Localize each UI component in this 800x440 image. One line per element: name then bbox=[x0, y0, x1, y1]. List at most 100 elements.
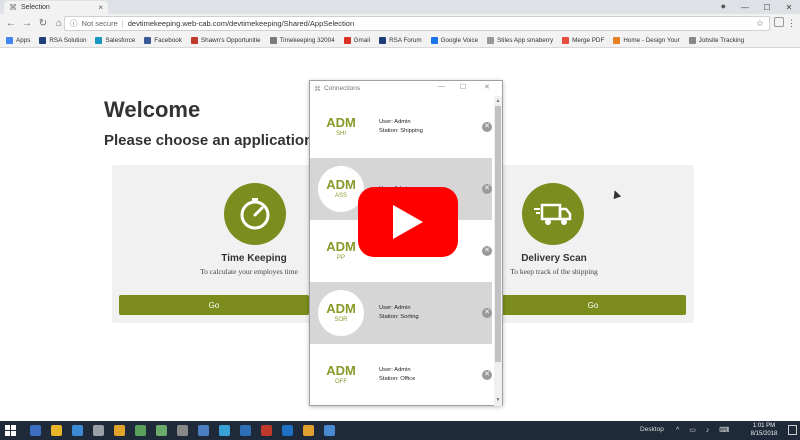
connection-code: ADM bbox=[326, 115, 356, 130]
bookmark-label: Timekeeping 32004 bbox=[279, 36, 335, 44]
remove-connection-icon[interactable]: ✕ bbox=[482, 370, 492, 380]
bookmark-item[interactable]: Facebook bbox=[144, 36, 182, 44]
remove-connection-icon[interactable]: ✕ bbox=[482, 308, 492, 318]
go-button-delivery[interactable]: Go bbox=[500, 295, 686, 315]
bookmark-item[interactable]: Merge PDF bbox=[562, 36, 605, 44]
remove-connection-icon[interactable]: ✕ bbox=[482, 184, 492, 194]
window-close-icon[interactable]: ✕ bbox=[778, 0, 800, 14]
browser-menu-icon[interactable]: ⋮ bbox=[787, 18, 796, 29]
bookmark-item[interactable]: Gmail bbox=[343, 36, 370, 44]
bookmark-item[interactable]: Jobsite Tracking bbox=[688, 36, 744, 44]
connection-info: User: Admin Station: Shipping bbox=[379, 118, 423, 136]
connection-code: ADM bbox=[326, 301, 356, 316]
bookmark-label: RSA Solution bbox=[49, 36, 87, 44]
bookmark-favicon-icon bbox=[487, 36, 495, 44]
connection-subcode: SOR bbox=[334, 317, 348, 323]
bookmark-item[interactable]: Stiles App smaberry bbox=[487, 36, 554, 44]
connection-user: User: Admin bbox=[379, 305, 411, 311]
bookmark-item[interactable]: Timekeeping 32004 bbox=[269, 36, 335, 44]
tab-close-icon[interactable]: × bbox=[98, 3, 103, 12]
minimize-icon[interactable]: — bbox=[734, 0, 756, 14]
connection-info: User: Admin Station: Sorting bbox=[379, 304, 419, 322]
info-icon[interactable]: ⓘ bbox=[70, 18, 78, 29]
desktop-label[interactable]: Desktop bbox=[640, 426, 664, 433]
bookmark-label: Stiles App smaberry bbox=[497, 36, 554, 44]
tab-favicon-icon: ⌘ bbox=[9, 2, 17, 12]
browser-tab[interactable]: ⌘ Selection × bbox=[4, 1, 108, 14]
connection-subcode: PP bbox=[336, 255, 345, 261]
profile-icon[interactable]: ● bbox=[721, 1, 726, 11]
bookmarks-bar: Apps RSA Solution Salesforce Facebook Shawn'… bbox=[0, 33, 800, 48]
forward-icon[interactable]: → bbox=[20, 17, 34, 31]
security-label: Not secure bbox=[81, 19, 118, 28]
notification-icon[interactable] bbox=[788, 425, 797, 435]
chrome-icon[interactable] bbox=[303, 425, 314, 436]
bookmark-item[interactable]: Home - Design Your bbox=[613, 36, 680, 44]
remove-connection-icon[interactable]: ✕ bbox=[482, 122, 492, 132]
taskbar-clock[interactable]: 1:01 PM 8/15/2018 bbox=[745, 422, 783, 438]
system-tray-icons[interactable]: ^ ▭ ♪ ⌨ bbox=[676, 426, 733, 434]
connection-row[interactable]: ADM SOR User: Admin Station: Sorting ✕ bbox=[310, 282, 492, 344]
dialog-scrollbar[interactable]: ▲ ▼ bbox=[494, 96, 502, 406]
app-cyan-icon[interactable] bbox=[219, 425, 230, 436]
bookmark-label: RSA Forum bbox=[389, 36, 422, 44]
app-blue-icon[interactable] bbox=[198, 425, 209, 436]
bookmark-item[interactable]: Apps bbox=[6, 36, 30, 44]
bookmark-item[interactable]: RSA Forum bbox=[379, 36, 422, 44]
bookmark-favicon-icon bbox=[190, 36, 198, 44]
bookmark-favicon-icon bbox=[688, 36, 696, 44]
bookmark-label: Shawn's Opportunitie bbox=[200, 36, 261, 44]
browser-titlebar: ⌘ Selection × ● — ☐ ✕ bbox=[0, 0, 800, 14]
reload-icon[interactable]: ↻ bbox=[36, 17, 50, 31]
file-explorer-icon[interactable] bbox=[51, 425, 62, 436]
back-icon[interactable]: ← bbox=[4, 17, 18, 31]
app-red-icon[interactable] bbox=[261, 425, 272, 436]
dialog-maximize-icon[interactable]: ☐ bbox=[460, 83, 466, 91]
bookmark-item[interactable]: Shawn's Opportunitie bbox=[190, 36, 261, 44]
connection-station: Station: Office bbox=[379, 376, 416, 382]
bookmark-item[interactable]: Google Voice bbox=[430, 36, 478, 44]
clock-time: 1:01 PM bbox=[752, 423, 776, 429]
timekeeping-app-icon[interactable] bbox=[177, 425, 188, 436]
address-bar[interactable]: ⓘ Not secure | devtimekeeping.web-cab.co… bbox=[64, 16, 770, 31]
bookmark-label: Home - Design Your bbox=[623, 36, 680, 44]
bookmark-favicon-icon bbox=[6, 36, 13, 44]
bookmark-star-icon[interactable]: ☆ bbox=[756, 18, 764, 29]
delivery-truck-icon bbox=[522, 183, 584, 245]
go-button-timekeeping[interactable]: Go bbox=[119, 295, 309, 315]
connection-station: Station: Sorting bbox=[379, 314, 419, 320]
bookmark-favicon-icon bbox=[144, 36, 152, 44]
connection-avatar: ADM OFF bbox=[318, 352, 364, 398]
connection-row[interactable]: ADM OFF User: Admin Station: Office ✕ bbox=[310, 344, 492, 406]
stopwatch-icon bbox=[224, 183, 286, 245]
app-circle-icon[interactable] bbox=[156, 425, 167, 436]
windows-start-icon[interactable] bbox=[5, 424, 19, 437]
bookmark-favicon-icon bbox=[613, 36, 621, 44]
bookmark-item[interactable]: Salesforce bbox=[95, 36, 135, 44]
bookmark-favicon-icon bbox=[379, 36, 387, 44]
scroll-up-icon[interactable]: ▲ bbox=[494, 97, 502, 105]
video-play-button[interactable] bbox=[358, 187, 458, 257]
dialog-close-icon[interactable]: ✕ bbox=[484, 83, 490, 91]
connection-row[interactable]: ADM SHI User: Admin Station: Shipping ✕ bbox=[310, 96, 492, 158]
clock-date: 8/15/2018 bbox=[750, 431, 778, 437]
app-shield-icon[interactable] bbox=[324, 425, 335, 436]
scroll-down-icon[interactable]: ▼ bbox=[494, 396, 502, 404]
bookmark-label: Merge PDF bbox=[572, 36, 605, 44]
extension-icon[interactable] bbox=[774, 17, 784, 27]
dialog-minimize-icon[interactable]: — bbox=[438, 83, 445, 90]
screen: ⌘ Selection × ● — ☐ ✕ ← → ↻ ⌂ ⓘ Not secu… bbox=[0, 0, 800, 440]
connection-code: ADM bbox=[326, 239, 356, 254]
outlook-icon[interactable] bbox=[282, 425, 293, 436]
maximize-icon[interactable]: ☐ bbox=[756, 0, 778, 14]
edge-icon[interactable] bbox=[30, 425, 41, 436]
app-word-icon[interactable] bbox=[240, 425, 251, 436]
bookmark-item[interactable]: RSA Solution bbox=[39, 36, 87, 44]
app-green-icon[interactable] bbox=[135, 425, 146, 436]
remove-connection-icon[interactable]: ✕ bbox=[482, 246, 492, 256]
scroll-thumb[interactable] bbox=[495, 106, 501, 362]
store-icon[interactable] bbox=[72, 425, 83, 436]
sticky-notes-icon[interactable] bbox=[114, 425, 125, 436]
calculator-icon[interactable] bbox=[93, 425, 104, 436]
connection-info: User: Admin Station: Office bbox=[379, 366, 415, 384]
